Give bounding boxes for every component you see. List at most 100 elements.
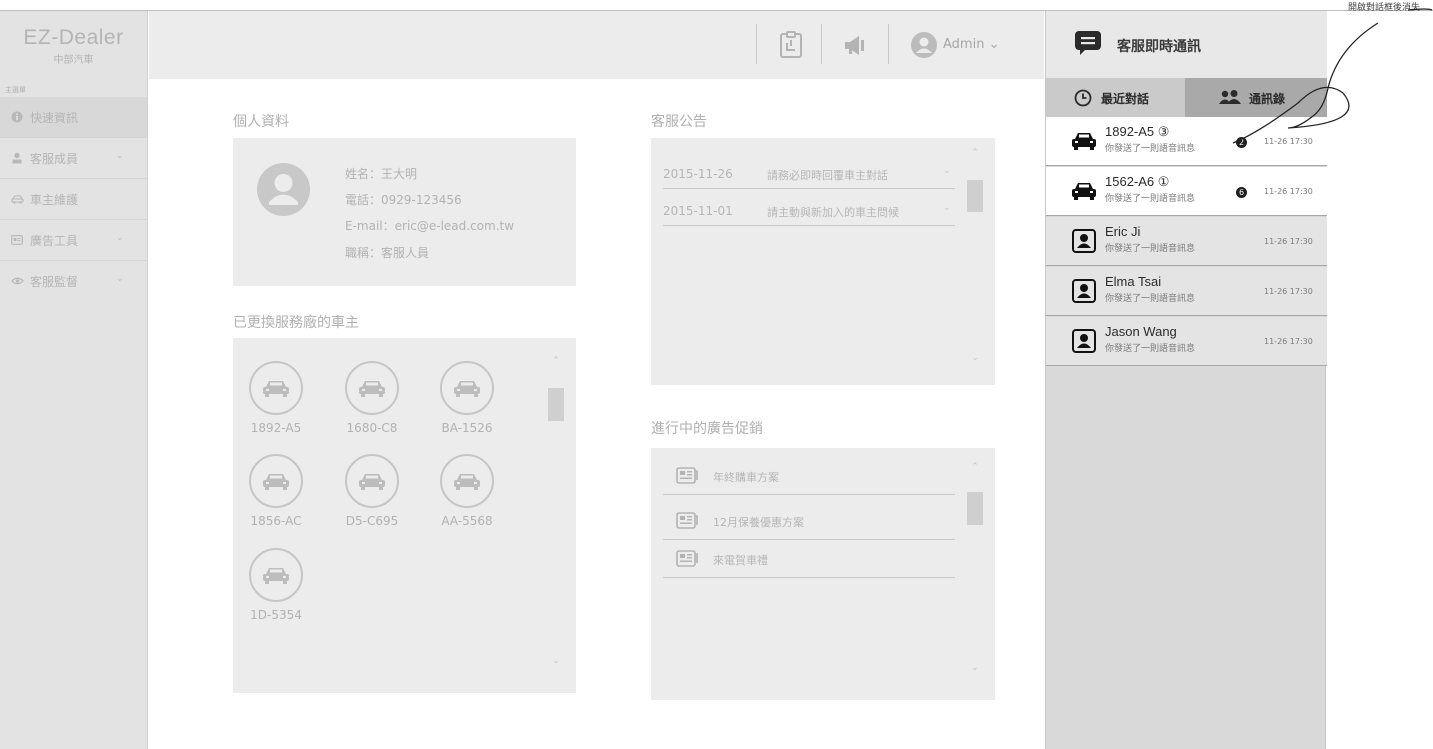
profile-phone: 電話：0929-123456 <box>345 193 462 207</box>
car-icon <box>345 454 399 508</box>
admin-menu[interactable]: Admin ⌄ <box>943 37 999 52</box>
header-separator <box>888 24 889 64</box>
car-plate-label: BA-1526 <box>441 421 493 435</box>
logo-subtitle: 中部汽車 <box>53 55 94 66</box>
chevron-down-icon[interactable]: ⌄ <box>967 663 983 673</box>
announcements-scrollbar[interactable]: ⌃ ⌄ <box>967 148 983 373</box>
car-icon <box>345 361 399 415</box>
scrollbar-thumb[interactable] <box>967 180 983 212</box>
owners-title: 已更換服務廠的車主 <box>233 315 359 331</box>
admin-avatar[interactable] <box>911 32 937 58</box>
profile-panel: 姓名：王大明 電話：0929-123456 E-mail：eric@e-lead… <box>233 138 576 286</box>
chevron-down-icon[interactable]: ⌄ <box>943 203 951 213</box>
chevron-down-icon: ⌄ <box>116 233 124 243</box>
person-icon <box>1072 329 1096 353</box>
conversation-name: 1562-A6 ① <box>1105 174 1170 189</box>
megaphone-icon[interactable] <box>842 31 870 59</box>
car-icon <box>249 361 303 415</box>
sidebar-item-label: 廣告工具 <box>30 233 79 248</box>
chevron-down-icon[interactable]: ⌄ <box>943 166 951 176</box>
conversation-time: 11-26 17:30 <box>1264 237 1313 246</box>
chat-bubble-icon <box>1075 31 1101 55</box>
sidebar-item-label: 客服成員 <box>30 151 79 166</box>
conversation-time: 11-26 17:30 <box>1264 337 1313 346</box>
conversation-item[interactable]: Jason Wang 你發送了一則語音訊息 11-26 17:30 <box>1046 317 1327 366</box>
promotions-scrollbar[interactable]: ⌃ ⌄ <box>967 462 983 687</box>
car-plate-label: 1680-C8 <box>346 421 398 435</box>
profile-title: 個人資料 <box>233 114 289 130</box>
announcements-title: 客服公告 <box>651 114 707 130</box>
tab-recent[interactable]: 最近對話 <box>1046 78 1185 117</box>
car-plate-label: 1D-5354 <box>250 608 302 622</box>
owner-car[interactable]: D5-C695 <box>337 454 407 528</box>
chevron-down-icon[interactable]: ⌄ <box>967 353 983 363</box>
info-icon <box>11 111 23 123</box>
list-item[interactable]: 12月保養優惠方案 <box>663 504 955 540</box>
conversation-preview: 你發送了一則語音訊息 <box>1105 244 1196 254</box>
sidebar-item-service-members[interactable]: 客服成員 ⌄ <box>0 138 147 179</box>
unread-badge: 6 <box>1236 187 1247 198</box>
list-item[interactable]: 年終購車方案 <box>663 459 955 495</box>
owner-car[interactable]: AA-5568 <box>432 454 502 528</box>
person-icon <box>1072 229 1096 253</box>
list-item[interactable]: 2015-11-01 請主動與新加入的車主問候 ⌄ <box>663 198 955 226</box>
owner-car[interactable]: 1D-5354 <box>241 548 311 622</box>
conversation-preview: 你發送了一則語音訊息 <box>1105 344 1196 354</box>
conversation-preview: 你發送了一則語音訊息 <box>1105 144 1196 154</box>
car-plate-label: AA-5568 <box>441 514 493 528</box>
sidebar: EZ-Dealer 中部汽車 主選單 快速資訊 客服成員 ⌄ 車主維護 廣告工具… <box>0 11 148 749</box>
clock-icon <box>1074 89 1092 107</box>
newspaper-icon <box>676 467 698 484</box>
owners-panel: 1892-A5 1680-C8 BA-1526 1856-AC D5-C695 AA-55… <box>233 338 576 693</box>
car-icon <box>11 193 24 205</box>
car-plate-label: D5-C695 <box>345 514 399 528</box>
logo[interactable]: EZ-Dealer 中部汽車 <box>0 11 147 78</box>
conversation-item[interactable]: 1562-A6 ① 你發送了一則語音訊息 6 11-26 17:30 <box>1046 167 1327 216</box>
profile-email: E-mail：eric@e-lead.com.tw <box>345 219 515 233</box>
announcement-text: 請主動與新加入的車主問候 <box>767 206 899 219</box>
sidebar-item-owner-maintenance[interactable]: 車主維護 <box>0 179 147 220</box>
chevron-up-icon[interactable]: ⌃ <box>967 148 983 158</box>
sidebar-item-label: 車主維護 <box>30 192 79 207</box>
sidebar-item-ad-tools[interactable]: 廣告工具 ⌄ <box>0 220 147 261</box>
chevron-down-icon: ⌄ <box>116 151 124 161</box>
clipboard-icon[interactable] <box>777 31 805 59</box>
promotion-label: 來電賀車禮 <box>713 554 768 567</box>
header-separator <box>756 24 757 64</box>
car-icon <box>249 454 303 508</box>
scrollbar-thumb[interactable] <box>967 492 983 525</box>
conversation-item[interactable]: Elma Tsai 你發送了一則語音訊息 11-26 17:30 <box>1046 267 1327 316</box>
owner-car[interactable]: 1892-A5 <box>241 361 311 435</box>
owners-scrollbar[interactable]: ⌃ ⌄ <box>548 356 564 674</box>
conversation-name: Jason Wang <box>1105 324 1177 339</box>
scrollbar-thumb[interactable] <box>548 388 564 421</box>
car-plate-label: 1856-AC <box>250 514 302 528</box>
list-item[interactable]: 來電賀車禮 <box>663 542 955 578</box>
conversation-time: 11-26 17:30 <box>1264 187 1313 196</box>
sidebar-item-quick-info[interactable]: 快速資訊 <box>0 97 147 138</box>
conversation-item[interactable]: Eric Ji 你發送了一則語音訊息 11-26 17:30 <box>1046 217 1327 266</box>
profile-name: 姓名：王大明 <box>345 167 418 181</box>
eye-icon <box>11 275 24 287</box>
menu-caption: 主選單 <box>5 86 26 94</box>
sidebar-item-label: 快速資訊 <box>30 110 79 125</box>
announcement-text: 請務必即時回覆車主對話 <box>767 169 888 182</box>
chevron-down-icon: ⌄ <box>116 274 124 284</box>
owner-car[interactable]: 1680-C8 <box>337 361 407 435</box>
sidebar-item-service-supervision[interactable]: 客服監督 ⌄ <box>0 261 147 302</box>
announcements-panel: 2015-11-26 請務必即時回覆車主對話 ⌄ 2015-11-01 請主動與… <box>651 138 995 385</box>
owner-car[interactable]: 1856-AC <box>241 454 311 528</box>
promotion-label: 年終購車方案 <box>713 471 779 484</box>
owner-car[interactable]: BA-1526 <box>432 361 502 435</box>
chevron-down-icon[interactable]: ⌄ <box>548 656 564 666</box>
chevron-up-icon[interactable]: ⌃ <box>967 462 983 472</box>
list-item[interactable]: 2015-11-26 請務必即時回覆車主對話 ⌄ <box>663 161 955 189</box>
chevron-up-icon[interactable]: ⌃ <box>548 356 564 366</box>
tab-recent-label: 最近對話 <box>1101 92 1150 106</box>
logo-title: EZ-Dealer <box>23 26 124 49</box>
promotion-label: 12月保養優惠方案 <box>713 516 804 529</box>
conversation-name: Eric Ji <box>1105 224 1141 239</box>
promotions-title: 進行中的廣告促銷 <box>651 421 763 437</box>
chat-title: 客服即時通訊 <box>1117 39 1201 55</box>
sidebar-item-label: 客服監督 <box>30 275 79 289</box>
